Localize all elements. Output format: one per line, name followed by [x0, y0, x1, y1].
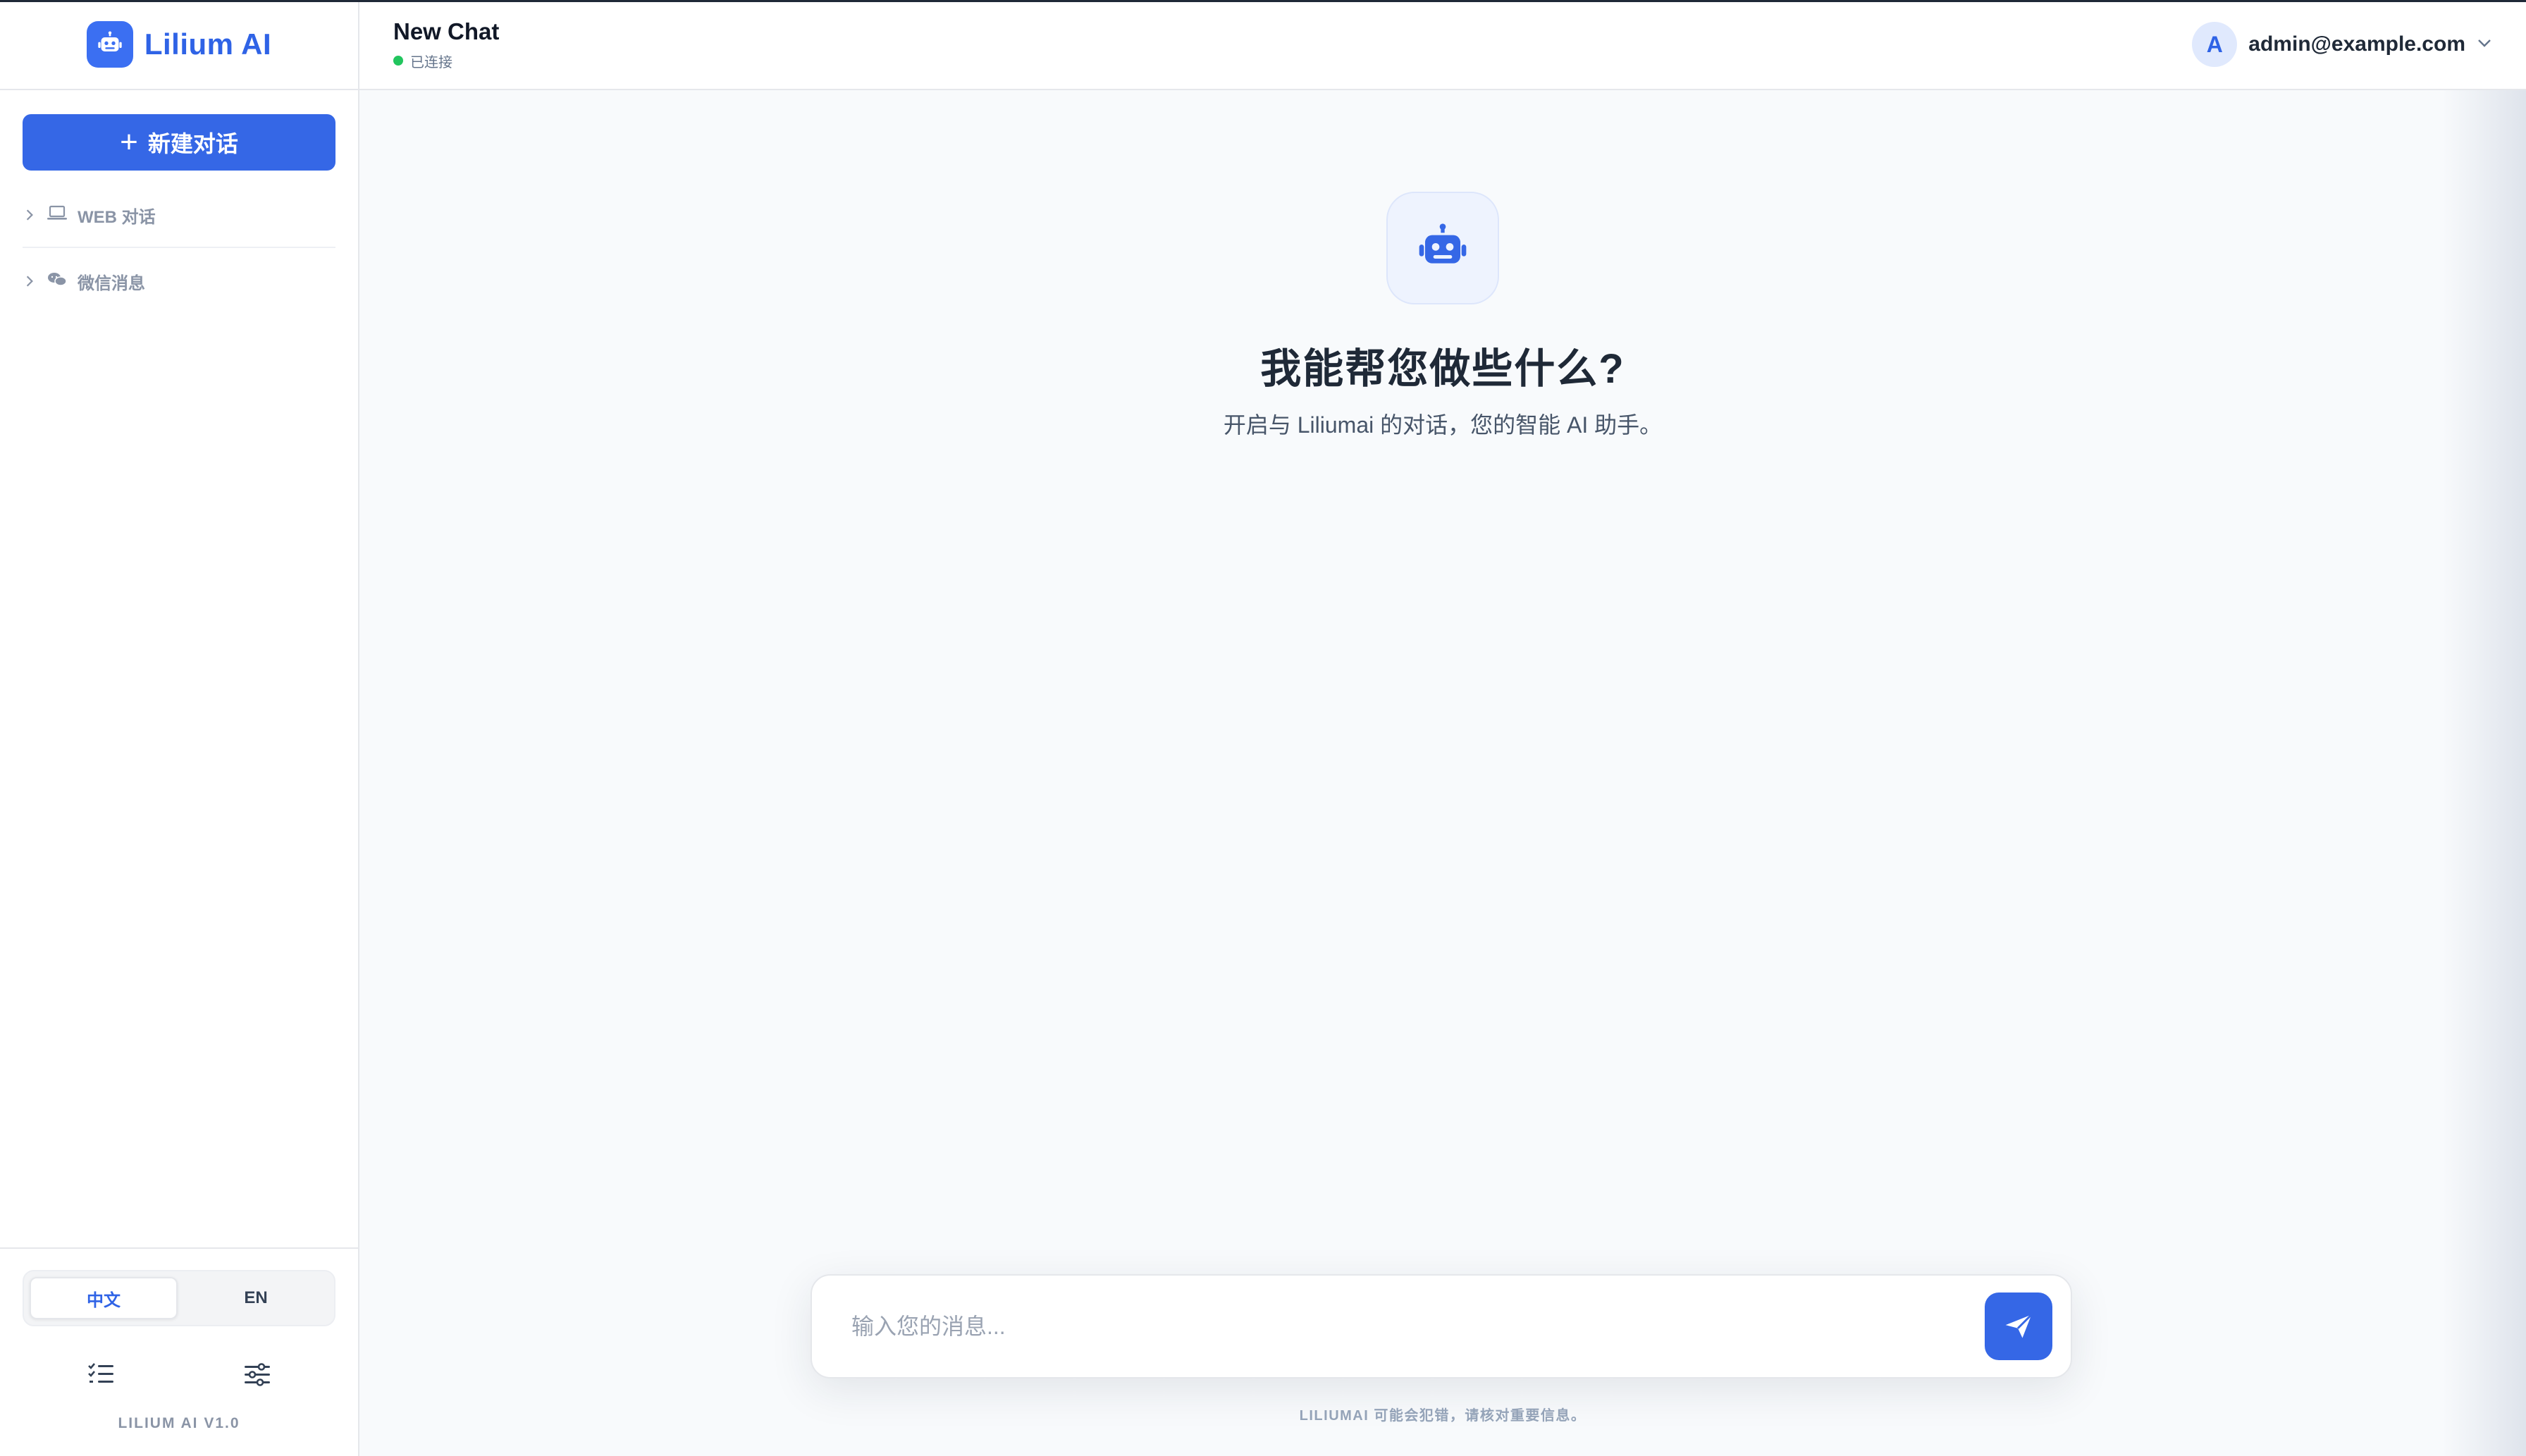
window-top-border [0, 0, 2526, 2]
sidebar-tools [23, 1353, 335, 1395]
logo-bar: Lilium AI [0, 0, 358, 90]
sidebar-footer: 中文 EN LILIUM AI V1.0 [0, 1247, 358, 1456]
group-web-chat-label: WEB 对话 [78, 207, 156, 227]
message-composer [811, 1274, 2072, 1378]
chat-header: New Chat 已连接 A admin@example.com [359, 0, 2526, 90]
status-dot-icon [393, 56, 403, 66]
chevron-down-icon [2477, 38, 2492, 51]
welcome-subtitle: 开启与 Liliumai 的对话，您的智能 AI 助手。 [1223, 412, 1663, 438]
welcome-panel: 我能帮您做些什么? 开启与 Liliumai 的对话，您的智能 AI 助手。 [359, 192, 2526, 440]
laptop-icon [47, 204, 68, 226]
avatar: A [2192, 22, 2238, 67]
app-window: Lilium AI + 新建对话 WEB 对话 微信消息 中文 EN LILIU… [0, 0, 2526, 1456]
send-icon [2005, 1314, 2033, 1338]
welcome-title: 我能帮您做些什么? [1260, 346, 1625, 392]
disclaimer-text: LILIUMAI 可能会犯错，请核对重要信息。 [1299, 1408, 1587, 1424]
robot-icon [86, 21, 133, 68]
language-option-en[interactable]: EN [183, 1277, 328, 1319]
group-web-chat[interactable]: WEB 对话 [23, 197, 335, 233]
language-option-zh[interactable]: 中文 [30, 1277, 178, 1319]
user-menu[interactable]: A admin@example.com [2192, 22, 2492, 67]
wechat-icon [47, 271, 68, 292]
conversation-groups: WEB 对话 微信消息 [23, 197, 335, 299]
chevron-right-icon [23, 275, 37, 288]
send-button[interactable] [1985, 1292, 2052, 1360]
new-chat-label: 新建对话 [147, 131, 238, 156]
app-version: LILIUM AI V1.0 [118, 1415, 240, 1431]
status-text: 已连接 [410, 54, 452, 70]
brand-name: Lilium AI [144, 27, 272, 61]
connection-status: 已连接 [393, 51, 499, 71]
chat-title: New Chat [393, 18, 500, 44]
task-list-icon[interactable] [80, 1353, 122, 1395]
chat-main: New Chat 已连接 A admin@example.com 我能帮您做些什… [359, 0, 2526, 1456]
chevron-right-icon [23, 209, 37, 221]
group-wechat-label: 微信消息 [78, 273, 145, 293]
robot-icon [1386, 192, 1499, 304]
chat-title-block: New Chat 已连接 [393, 18, 499, 71]
group-divider [23, 247, 335, 248]
new-chat-button[interactable]: + 新建对话 [23, 114, 335, 171]
language-toggle: 中文 EN [23, 1270, 335, 1326]
user-email: admin@example.com [2248, 32, 2465, 56]
group-wechat-messages[interactable]: 微信消息 [23, 264, 335, 299]
message-input[interactable] [851, 1313, 1985, 1340]
plus-icon: + [120, 125, 138, 159]
sidebar: Lilium AI + 新建对话 WEB 对话 微信消息 中文 EN LILIU… [0, 0, 359, 1456]
sliders-icon[interactable] [236, 1353, 278, 1395]
